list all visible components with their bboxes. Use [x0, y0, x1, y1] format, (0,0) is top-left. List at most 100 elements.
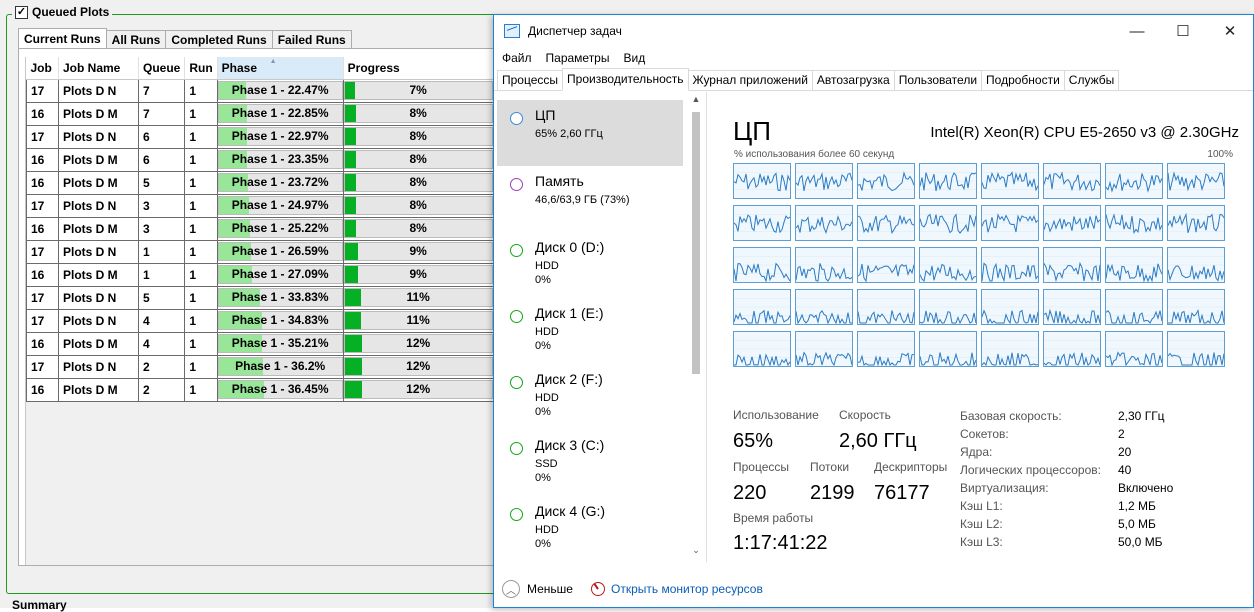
tm-tab[interactable]: Службы [1063, 70, 1120, 90]
spec-value: 5,0 МБ [1118, 517, 1156, 531]
column-header-job-name[interactable]: Job Name [58, 57, 139, 80]
resource-monitor-icon[interactable] [590, 582, 605, 596]
cpu-core-graph [795, 289, 853, 325]
table-row[interactable]: 16 Plots D M 5 1 Phase 1 - 23.72% 8% [26, 170, 494, 195]
column-header-progress[interactable]: Progress [343, 57, 494, 80]
queued-plots-checkbox[interactable]: ✓ [15, 5, 28, 19]
tab-completed-runs[interactable]: Completed Runs [165, 30, 273, 50]
stat-value: 220 [733, 482, 767, 504]
resource-detail: 46,6/63,9 ГБ (73%) [535, 194, 630, 206]
close-button[interactable]: ✕ [1207, 15, 1253, 47]
menu-item[interactable]: Файл [502, 51, 532, 65]
table-row[interactable]: 17 Plots D N 2 1 Phase 1 - 36.2% 12% [26, 354, 494, 379]
resource-item[interactable]: ЦП 65% 2,60 ГГц [497, 100, 683, 166]
tm-tab[interactable]: Процессы [497, 70, 564, 90]
tab-all-runs[interactable]: All Runs [105, 30, 167, 50]
tab-failed-runs[interactable]: Failed Runs [271, 30, 352, 50]
resource-usage: 0% [535, 274, 551, 286]
resource-item[interactable]: Диск 2 (F:) HDD 0% [497, 364, 683, 430]
column-header-job[interactable]: Job [26, 57, 59, 80]
stat-label: Потоки [810, 460, 850, 474]
scrollbar-thumb[interactable] [692, 112, 700, 374]
queue-cell: 2 [137, 377, 186, 402]
progress-text: 9% [409, 267, 427, 281]
cpu-core-graph-svg [734, 256, 790, 282]
scroll-up-icon[interactable]: ▲ [689, 94, 703, 104]
cpu-core-graph [981, 247, 1039, 283]
cpu-detail-panel: ЦП Intel(R) Xeon(R) CPU E5-2650 v3 @ 2.3… [706, 92, 1254, 562]
tm-tab[interactable]: Пользователи [893, 70, 983, 90]
progress-bar: 8% [343, 219, 493, 238]
cpu-core-graph-svg [858, 298, 914, 324]
task-manager-titlebar[interactable]: Диспетчер задач — ☐ ✕ [494, 15, 1253, 47]
progress-cell: 8% [342, 124, 494, 149]
table-row[interactable]: 17 Plots D N 7 1 Phase 1 - 22.47% 7% [26, 78, 494, 103]
tm-tab[interactable]: Автозагрузка [811, 70, 895, 90]
cpu-core-graph [981, 163, 1039, 199]
tm-tab[interactable]: Подробности [981, 70, 1065, 90]
table-row[interactable]: 17 Plots D N 1 1 Phase 1 - 26.59% 9% [26, 239, 494, 264]
job-cell: 16 [26, 331, 59, 356]
column-header-run[interactable]: Run [184, 57, 218, 80]
job-cell: 16 [26, 377, 59, 402]
maximize-button[interactable]: ☐ [1160, 15, 1206, 47]
progress-cell: 8% [342, 101, 494, 126]
progress-text: 9% [409, 244, 427, 258]
table-row[interactable]: 16 Plots D M 3 1 Phase 1 - 25.22% 8% [26, 216, 494, 241]
table-row[interactable]: 16 Plots D M 4 1 Phase 1 - 35.21% 12% [26, 331, 494, 356]
phase-bar: Phase 1 - 22.47% [217, 81, 343, 100]
cpu-core-graph [1043, 163, 1101, 199]
table-row[interactable]: 16 Plots D M 6 1 Phase 1 - 23.35% 8% [26, 147, 494, 172]
resource-item[interactable]: Диск 1 (E:) HDD 0% [497, 298, 683, 364]
resource-item[interactable]: Диск 3 (C:) SSD 0% [497, 430, 683, 496]
job-name-cell: Plots D M [58, 147, 139, 172]
table-row[interactable]: 17 Plots D N 5 1 Phase 1 - 33.83% 11% [26, 285, 494, 310]
phase-cell: Phase 1 - 36.2% [216, 354, 344, 379]
queue-cell: 3 [137, 193, 186, 218]
run-cell: 1 [184, 147, 218, 172]
cpu-core-graph [795, 205, 853, 241]
fewer-details-link[interactable]: Меньше [527, 582, 573, 596]
stat-label: Процессы [733, 460, 790, 474]
progress-bar: 7% [343, 81, 493, 100]
phase-cell: Phase 1 - 25.22% [216, 216, 344, 241]
resource-detail: HDD [535, 260, 559, 272]
cpu-core-graph-svg [796, 172, 852, 191]
stat-label: Дескрипторы [874, 460, 948, 474]
cpu-core-graph-svg [1168, 340, 1224, 366]
tm-tab[interactable]: Журнал приложений [687, 70, 813, 90]
open-resource-monitor-link[interactable]: Открыть монитор ресурсов [611, 582, 763, 596]
scroll-down-icon[interactable]: ⌄ [689, 545, 703, 556]
progress-bar: 12% [343, 357, 493, 376]
task-manager-tabs: Процессы Производительность Журнал приложе… [494, 68, 1253, 91]
queued-plots-header[interactable]: ✓ Queued Plots [12, 5, 113, 19]
chevron-up-icon[interactable]: ︿ [502, 580, 520, 598]
table-row[interactable]: 17 Plots D N 4 1 Phase 1 - 34.83% 11% [26, 308, 494, 333]
progress-text: 12% [406, 359, 431, 373]
tm-tab[interactable]: Производительность [562, 68, 689, 91]
job-cell: 17 [26, 193, 59, 218]
run-cell: 1 [184, 377, 218, 402]
phase-cell: Phase 1 - 22.47% [216, 78, 344, 103]
table-row[interactable]: 17 Plots D N 3 1 Phase 1 - 24.97% 8% [26, 193, 494, 218]
resource-status-icon [510, 112, 523, 125]
column-header-queue[interactable]: Queue [138, 57, 186, 80]
menu-item[interactable]: Вид [623, 51, 645, 65]
cpu-core-graph [919, 289, 977, 325]
minimize-button[interactable]: — [1114, 15, 1160, 47]
menu-item[interactable]: Параметры [546, 51, 610, 65]
resource-item[interactable]: Диск 4 (G:) HDD 0% [497, 496, 683, 562]
table-row[interactable]: 17 Plots D N 6 1 Phase 1 - 22.97% 8% [26, 124, 494, 149]
resource-list-scrollbar[interactable]: ▲ ⌄ [689, 92, 703, 562]
resource-item[interactable]: Диск 0 (D:) HDD 0% [497, 232, 683, 298]
run-cell: 1 [184, 354, 218, 379]
resource-item[interactable]: Память 46,6/63,9 ГБ (73%) [497, 166, 683, 232]
cpu-core-graph-svg [920, 213, 976, 234]
table-row[interactable]: 16 Plots D M 2 1 Phase 1 - 36.45% 12% [26, 377, 494, 402]
cpu-core-graph-svg [1044, 298, 1100, 324]
column-header-phase[interactable]: Phase ▲ [217, 57, 344, 80]
table-row[interactable]: 16 Plots D M 7 1 Phase 1 - 22.85% 8% [26, 101, 494, 126]
phase-text: Phase 1 - 34.83% [231, 313, 329, 327]
job-name-cell: Plots D M [58, 101, 139, 126]
table-row[interactable]: 16 Plots D M 1 1 Phase 1 - 27.09% 9% [26, 262, 494, 287]
